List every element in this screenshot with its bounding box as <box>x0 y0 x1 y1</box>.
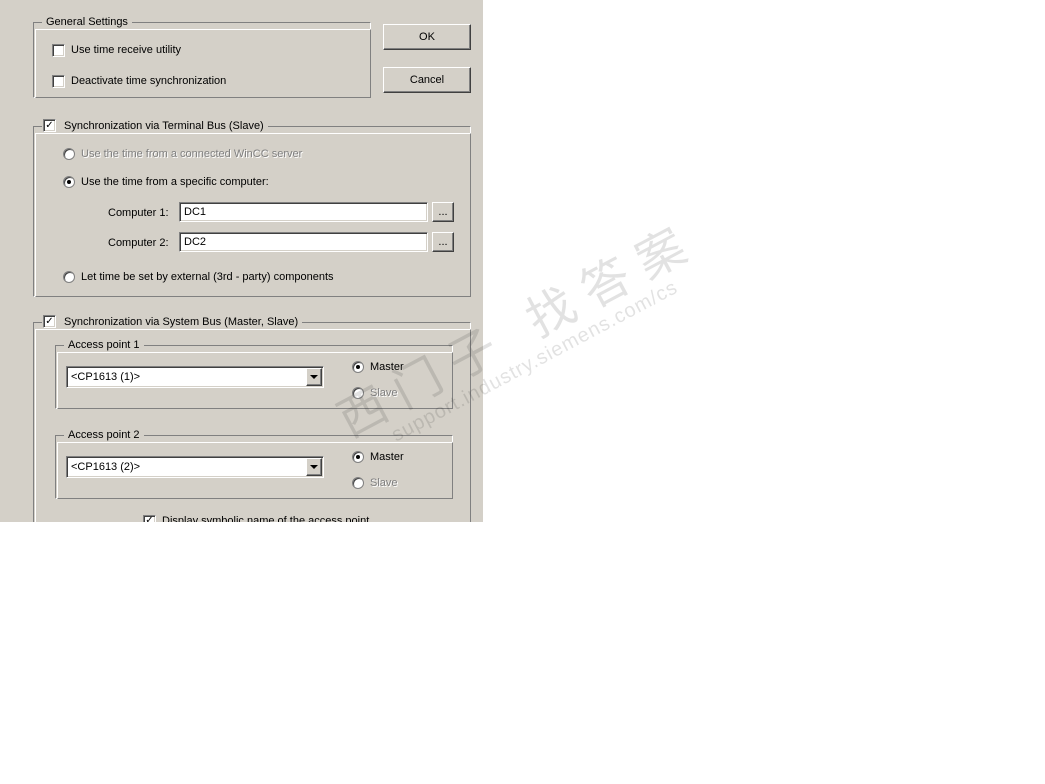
radio-icon <box>352 477 364 489</box>
checkbox-icon: ✓ <box>143 515 156 523</box>
chevron-down-icon <box>306 368 322 386</box>
terminal-bus-opt-specific-row[interactable]: Use the time from a specific computer: <box>63 174 269 190</box>
ap1-slave-row: Slave <box>352 385 398 401</box>
ap1-master-row[interactable]: Master <box>352 359 404 375</box>
terminal-bus-opt-server-label: Use the time from a connected WinCC serv… <box>81 146 302 162</box>
radio-icon <box>63 176 75 188</box>
chevron-down-icon <box>306 458 322 476</box>
general-settings-legend: General Settings <box>42 16 132 28</box>
ok-button[interactable]: OK <box>383 24 471 50</box>
deactivate-time-sync-row[interactable]: Deactivate time synchronization <box>52 73 226 89</box>
checkbox-icon <box>52 75 65 88</box>
display-symbolic-row[interactable]: ✓ Display symbolic name of the access po… <box>143 513 369 522</box>
ap1-master-label: Master <box>370 359 404 375</box>
access-point-2-combo[interactable]: <CP1613 (2)> <box>66 456 324 478</box>
access-point-1-combo[interactable]: <CP1613 (1)> <box>66 366 324 388</box>
computer2-browse-button[interactable]: ... <box>432 232 454 252</box>
terminal-bus-legend-text: Synchronization via Terminal Bus (Slave) <box>42 120 268 132</box>
ap2-master-row[interactable]: Master <box>352 449 404 465</box>
use-time-receive-utility-label: Use time receive utility <box>71 42 181 58</box>
use-time-receive-utility-row[interactable]: Use time receive utility <box>52 42 181 58</box>
computer1-label: Computer 1: <box>108 206 169 220</box>
radio-icon <box>352 361 364 373</box>
computer2-input[interactable] <box>179 232 428 252</box>
checkbox-icon <box>52 44 65 57</box>
computer1-browse-button[interactable]: ... <box>432 202 454 222</box>
access-point-2-legend: Access point 2 <box>64 429 144 441</box>
terminal-bus-opt-specific-label: Use the time from a specific computer: <box>81 174 269 190</box>
system-bus-legend-text: Synchronization via System Bus (Master, … <box>42 316 302 328</box>
radio-icon <box>63 271 75 283</box>
radio-icon <box>352 451 364 463</box>
cancel-button[interactable]: Cancel <box>383 67 471 93</box>
deactivate-time-sync-label: Deactivate time synchronization <box>71 73 226 89</box>
radio-icon <box>63 148 75 160</box>
ap1-slave-label: Slave <box>370 385 398 401</box>
terminal-bus-opt-server-row: Use the time from a connected WinCC serv… <box>63 146 302 162</box>
terminal-bus-enable-checkbox[interactable]: ✓ <box>43 119 56 132</box>
access-point-1-legend: Access point 1 <box>64 339 144 351</box>
time-sync-dialog: OK Cancel General Settings Use time rece… <box>0 0 483 522</box>
terminal-bus-opt-external-label: Let time be set by external (3rd - party… <box>81 269 334 285</box>
radio-icon <box>352 387 364 399</box>
display-symbolic-label: Display symbolic name of the access poin… <box>162 513 369 522</box>
computer1-input[interactable] <box>179 202 428 222</box>
access-point-1-value: <CP1613 (1)> <box>67 371 305 383</box>
ap2-slave-row: Slave <box>352 475 398 491</box>
system-bus-enable-checkbox[interactable]: ✓ <box>43 315 56 328</box>
ap2-slave-label: Slave <box>370 475 398 491</box>
access-point-2-value: <CP1613 (2)> <box>67 461 305 473</box>
terminal-bus-opt-external-row[interactable]: Let time be set by external (3rd - party… <box>63 269 334 285</box>
computer2-label: Computer 2: <box>108 236 169 250</box>
ap2-master-label: Master <box>370 449 404 465</box>
